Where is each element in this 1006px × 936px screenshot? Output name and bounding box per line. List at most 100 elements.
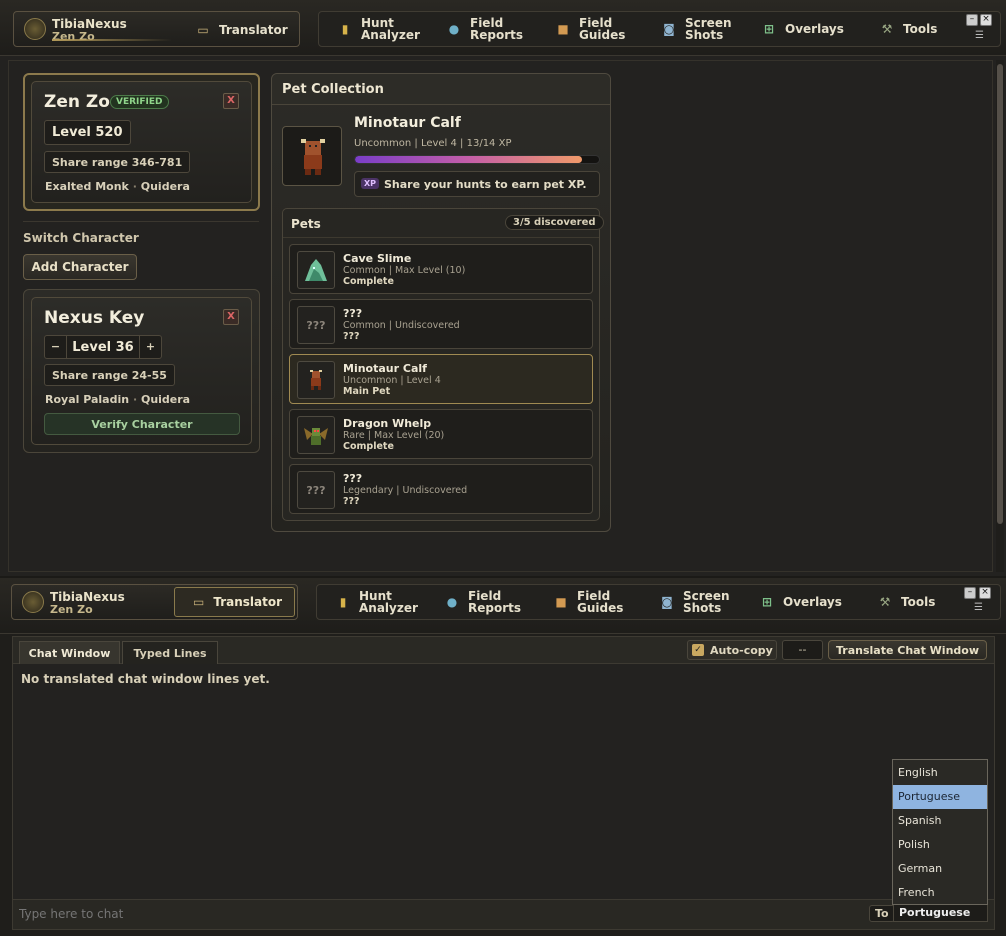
level-stepper: − Level 36 + [44,335,162,359]
nav-field-reports[interactable]: ● Field Reports [447,11,523,47]
minimize-icon[interactable]: – [964,587,976,599]
chat-icon: ▭ [197,23,209,37]
level-increase-button[interactable]: + [139,336,161,358]
alt-character-card: Nexus Key X − Level 36 + Share range 24-… [23,289,260,453]
chat-input[interactable] [19,903,859,925]
settings-sliders-icon[interactable]: ☰ [974,602,983,613]
current-pet-portrait [282,126,342,186]
vertical-scrollbar[interactable] [996,60,1004,572]
pet-name: Minotaur Calf [343,362,427,375]
language-option-portuguese[interactable]: Portuguese [893,785,987,809]
pet-status: Main Pet [343,386,391,397]
globe-icon: ● [446,595,458,609]
pet-row-cave-slime[interactable]: Cave Slime Common | Max Level (10) Compl… [289,244,593,294]
level-decrease-button[interactable]: − [45,336,67,358]
bar-chart-icon: ▮ [341,22,349,36]
language-dropdown: English Portuguese Spanish Polish German… [892,759,988,905]
settings-sliders-icon[interactable]: ☰ [975,30,984,41]
app-name: TibiaNexus [50,590,125,604]
nav-overlays[interactable]: ⊞ Overlays [760,584,842,620]
dragon-whelp-thumb [297,416,335,454]
language-option-german[interactable]: German [893,857,987,881]
nav-overlays[interactable]: ⊞ Overlays [762,11,844,47]
nav-screen-shots[interactable]: ◙ Screen Shots [660,584,730,620]
chat-icon: ▭ [193,595,205,609]
nav-translator-label: Translator [213,595,283,609]
dragon-whelp-sprite [304,428,328,445]
xp-badge: XP [361,178,380,189]
nav-hunt-label: Hunt Analyzer [359,589,418,615]
current-character-name: Zen Zo [50,603,93,616]
language-option-english[interactable]: English [893,761,987,785]
app-logo-icon [24,18,46,40]
wrench-icon: ⚒ [879,595,891,609]
tab-chat-window[interactable]: Chat Window [19,641,120,664]
brand-panel[interactable]: TibiaNexus Zen Zo ▭ Translator [11,584,298,620]
language-option-polish[interactable]: Polish [893,833,987,857]
app-name: TibiaNexus [52,17,127,31]
translate-chat-window-button[interactable]: Translate Chat Window [828,640,987,660]
app-logo-icon [22,591,44,613]
translation-counter: -- [782,640,823,660]
autocopy-checkbox-icon[interactable]: ✓ [692,644,704,656]
tab-typed-lines[interactable]: Typed Lines [122,641,218,664]
nav-tools-label: Tools [903,22,938,36]
pet-name: Cave Slime [343,252,412,265]
book-icon: ■ [557,22,569,36]
add-character-button[interactable]: Add Character [23,254,137,280]
nav-overlays-label: Overlays [785,22,844,36]
top-nav-bar: TibiaNexus Zen Zo ▭ Translator ▮ Hunt Ana… [0,0,1006,56]
nav-tools[interactable]: ⚒ Tools [878,584,936,620]
unknown-pet-thumb: ??? [297,471,335,509]
nav-field-guides[interactable]: ■ Field Guides [556,11,625,47]
character-vocation-world: Exalted Monk · Quidera [45,180,190,193]
pet-status: ??? [343,331,360,342]
empty-state-text: No translated chat window lines yet. [21,672,270,686]
nav-translator-active[interactable]: ▭ Translator [174,587,295,617]
nav-translator-label: Translator [219,23,288,37]
to-label: To [869,905,895,922]
verified-badge: VERIFIED [110,95,169,109]
language-option-spanish[interactable]: Spanish [893,809,987,833]
pet-window: TibiaNexus Zen Zo ▭ Translator ▮ Hunt Ana… [0,0,1006,576]
pet-row-dragon-whelp[interactable]: Dragon Whelp Rare | Max Level (20) Compl… [289,409,593,459]
language-option-french[interactable]: French [893,881,987,905]
nav-hunt-analyzer[interactable]: ▮ Hunt Analyzer [336,584,418,620]
current-character-name: Zen Zo [52,30,95,43]
pet-meta: Uncommon | Level 4 [343,375,441,386]
pet-row-minotaur-calf[interactable]: Minotaur Calf Uncommon | Level 4 Main Pe… [289,354,593,404]
alt-character-name[interactable]: Nexus Key [44,308,144,328]
xp-progress-bar [354,155,600,164]
nav-translator[interactable]: ▭ Translator [196,12,288,48]
nav-guides-label: Field Guides [577,589,624,615]
brand-panel[interactable]: TibiaNexus Zen Zo ▭ Translator [13,11,300,47]
verify-character-button[interactable]: Verify Character [44,413,240,435]
minimize-icon[interactable]: – [966,14,978,26]
pet-row-undiscovered-2[interactable]: ??? ??? Legendary | Undiscovered ??? [289,464,593,514]
current-pet-meta: Uncommon | Level 4 | 13/14 XP [354,138,512,149]
nav-screen-shots[interactable]: ◙ Screen Shots [662,11,731,47]
active-character-inner: Zen Zo VERIFIED X Level 520 Share range … [31,81,252,203]
translator-nav-bar: TibiaNexus Zen Zo ▭ Translator ▮ Hunt Ana… [0,578,1006,634]
pet-name: ??? [343,472,363,485]
autocopy-toggle[interactable]: ✓ Auto-copy [687,640,777,660]
nav-field-reports[interactable]: ● Field Reports [445,584,521,620]
language-select[interactable]: Portuguese [893,904,988,922]
xp-progress-fill [355,156,582,163]
nav-hunt-analyzer[interactable]: ▮ Hunt Analyzer [338,11,420,47]
remove-character-button[interactable]: X [223,93,239,109]
switch-character-title: Switch Character [23,231,139,245]
remove-alt-character-button[interactable]: X [223,309,239,325]
scrollbar-thumb[interactable] [997,64,1003,524]
pet-meta: Legendary | Undiscovered [343,485,468,496]
alt-share-range: Share range 24-55 [44,364,175,386]
autocopy-label: Auto-copy [710,643,773,657]
pet-row-undiscovered-1[interactable]: ??? ??? Common | Undiscovered ??? [289,299,593,349]
nav-tools[interactable]: ⚒ Tools [880,11,938,47]
close-window-icon[interactable]: × [979,587,991,599]
unknown-pet-thumb: ??? [297,306,335,344]
nav-shots-label: Screen Shots [683,589,730,615]
pet-name: Dragon Whelp [343,417,432,430]
close-window-icon[interactable]: × [980,14,992,26]
nav-field-guides[interactable]: ■ Field Guides [554,584,623,620]
